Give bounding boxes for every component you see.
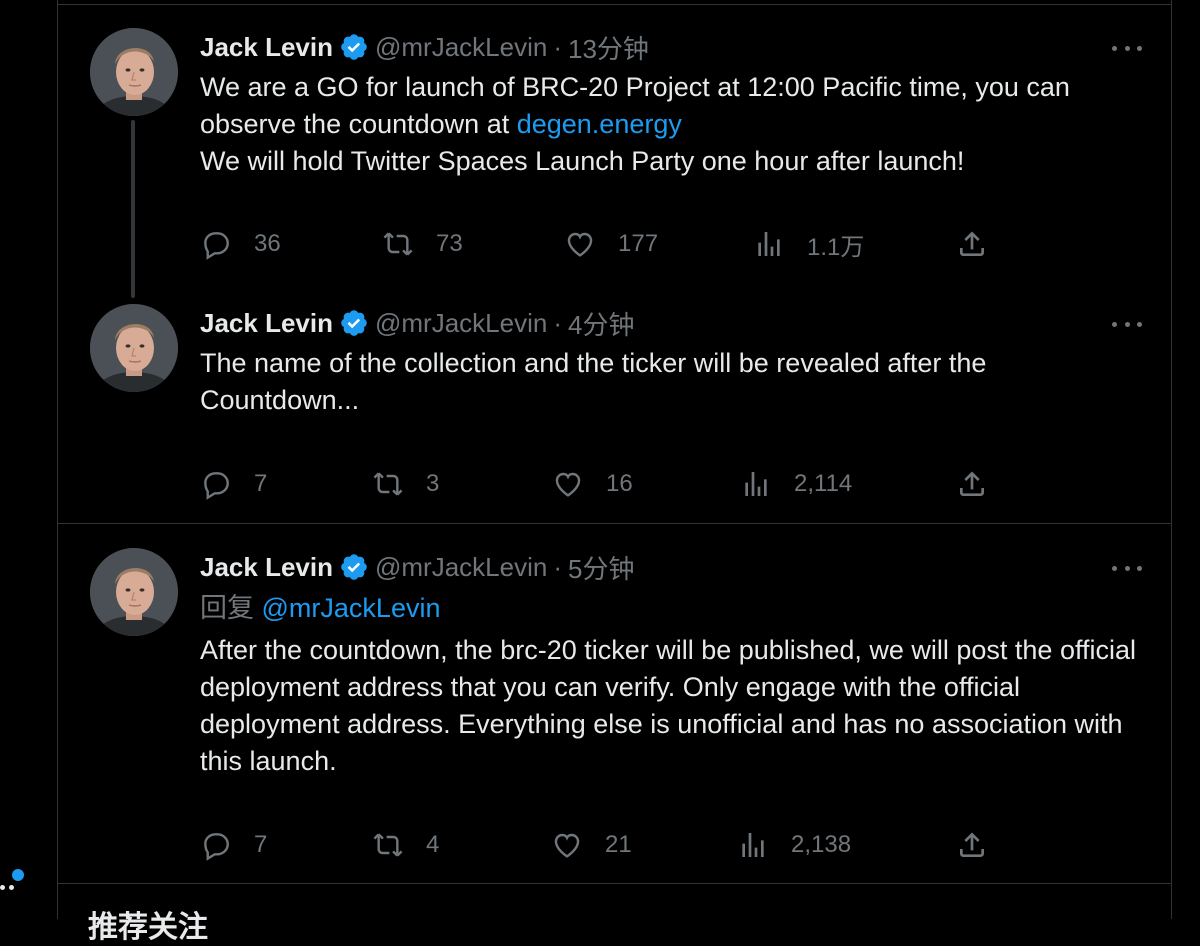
tweet-text: After the countdown, the brc-20 ticker w… — [200, 635, 1136, 776]
reply-button[interactable]: 7 — [200, 466, 267, 502]
timestamp[interactable]: 5分钟 — [568, 549, 634, 586]
timestamp[interactable]: 13分钟 — [568, 29, 649, 66]
separator-dot: · — [553, 307, 562, 338]
verified-badge-icon — [339, 552, 369, 582]
reply-button[interactable]: 7 — [200, 827, 267, 863]
more-icon[interactable] — [1112, 36, 1142, 60]
reply-count: 7 — [254, 470, 268, 497]
avatar[interactable] — [90, 28, 178, 116]
retweet-icon — [372, 468, 404, 500]
retweet-button[interactable]: 4 — [372, 827, 439, 863]
share-icon — [956, 829, 988, 861]
views-count: 1.1万 — [807, 233, 865, 261]
tweet-header: Jack Levin @mrJackLevin · 5分钟 — [200, 549, 634, 585]
like-count: 177 — [618, 230, 659, 257]
avatar[interactable] — [90, 304, 178, 392]
like-icon — [552, 468, 584, 500]
author-handle[interactable]: @mrJackLevin — [375, 552, 547, 583]
tweet-2[interactable]: Jack Levin @mrJackLevin · 4分钟 The name o… — [58, 300, 1171, 522]
like-icon — [564, 228, 596, 260]
author-name[interactable]: Jack Levin — [200, 552, 333, 583]
views-button[interactable]: 2,138 — [737, 827, 851, 863]
retweet-icon — [372, 829, 404, 861]
tweet-header: Jack Levin @mrJackLevin · 13分钟 — [200, 29, 649, 65]
reply-button[interactable]: 36 — [200, 226, 281, 262]
retweet-count: 4 — [426, 831, 440, 858]
reply-icon — [200, 829, 232, 861]
tweet-text: We are a GO for launch of BRC-20 Project… — [200, 69, 1150, 180]
views-button[interactable]: 2,114 — [740, 466, 852, 502]
timeline-right-border — [1171, 0, 1172, 919]
like-button[interactable]: 21 — [551, 827, 632, 863]
retweet-button[interactable]: 73 — [382, 226, 463, 262]
share-button[interactable] — [956, 226, 1010, 262]
tweet-actions: 36 73 177 1.1万 — [200, 226, 1020, 262]
more-icon[interactable] — [0, 885, 18, 891]
verified-badge-icon — [339, 32, 369, 62]
retweet-count: 3 — [426, 470, 440, 497]
author-name[interactable]: Jack Levin — [200, 32, 333, 63]
views-count: 2,138 — [791, 831, 852, 858]
retweet-button[interactable]: 3 — [372, 466, 439, 502]
separator-dot: · — [553, 31, 562, 62]
reply-icon — [200, 468, 232, 500]
retweet-icon — [382, 228, 414, 260]
tweet-separator — [57, 883, 1172, 884]
tweet-header: Jack Levin @mrJackLevin · 4分钟 — [200, 305, 634, 341]
tweet-actions: 7 4 21 2,138 — [200, 827, 1020, 863]
views-icon — [740, 468, 772, 500]
tweet-text: The name of the collection and the ticke… — [200, 348, 987, 415]
tweet-1[interactable]: Jack Levin @mrJackLevin · 13分钟 We are a … — [58, 5, 1171, 305]
more-icon[interactable] — [1112, 312, 1142, 336]
reply-count: 36 — [254, 230, 281, 257]
views-button[interactable]: 1.1万 — [753, 226, 864, 262]
views-icon — [737, 829, 769, 861]
section-heading-recommended: 推荐关注 — [88, 911, 208, 944]
share-icon — [956, 468, 988, 500]
retweet-count: 73 — [436, 230, 463, 257]
reply-count: 7 — [254, 831, 268, 858]
views-icon — [753, 228, 785, 260]
reply-icon — [200, 228, 232, 260]
author-handle[interactable]: @mrJackLevin — [375, 32, 547, 63]
share-button[interactable] — [956, 827, 1010, 863]
views-count: 2,114 — [794, 470, 853, 497]
tweet-text-part: We will hold Twitter Spaces Launch Party… — [200, 146, 965, 176]
tweet-actions: 7 3 16 2,114 — [200, 466, 1020, 502]
like-count: 16 — [606, 470, 633, 497]
share-button[interactable] — [956, 466, 1010, 502]
author-handle[interactable]: @mrJackLevin — [375, 308, 547, 339]
like-count: 21 — [605, 831, 632, 858]
verified-badge-icon — [339, 308, 369, 338]
notification-dot — [12, 869, 24, 881]
reply-prefix: 回复 — [200, 593, 262, 623]
avatar[interactable] — [90, 548, 178, 636]
timestamp[interactable]: 4分钟 — [568, 305, 634, 342]
reply-to-handle[interactable]: @mrJackLevin — [262, 593, 441, 623]
more-icon[interactable] — [1112, 556, 1142, 580]
like-button[interactable]: 16 — [552, 466, 633, 502]
author-name[interactable]: Jack Levin — [200, 308, 333, 339]
tweet-3[interactable]: Jack Levin @mrJackLevin · 5分钟 回复 @mrJack… — [58, 524, 1171, 882]
like-icon — [551, 829, 583, 861]
tweet-link[interactable]: degen.energy — [517, 109, 682, 139]
share-icon — [956, 228, 988, 260]
replying-to: 回复 @mrJackLevin — [200, 590, 440, 627]
like-button[interactable]: 177 — [564, 226, 658, 262]
separator-dot: · — [553, 551, 562, 582]
